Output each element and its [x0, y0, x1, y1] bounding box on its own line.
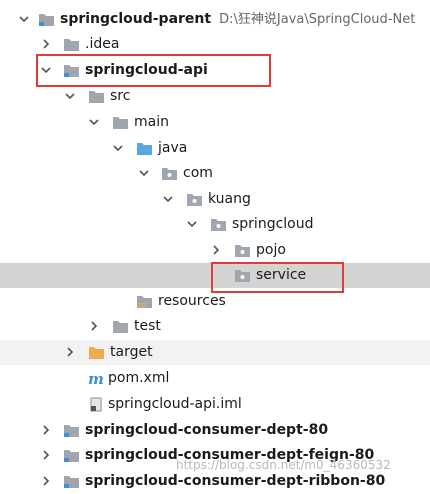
tree-row-com[interactable]: com — [0, 161, 430, 186]
folder-icon — [112, 115, 129, 130]
iml-file-icon — [88, 397, 105, 412]
chevron-down-icon[interactable] — [112, 142, 124, 154]
tree-row-springcloud[interactable]: springcloud — [0, 212, 430, 237]
tree-row-test[interactable]: test — [0, 314, 430, 339]
package-icon — [161, 166, 178, 181]
chevron-right-icon[interactable] — [40, 475, 52, 487]
tree-label: springcloud-consumer-dept-ribbon-80 — [85, 473, 386, 489]
highlight-box-springcloud-api — [36, 54, 271, 87]
tree-label: .idea — [85, 36, 120, 52]
chevron-down-icon[interactable] — [18, 13, 30, 25]
chevron-right-icon[interactable] — [64, 346, 76, 358]
tree-row-root[interactable]: springcloud-parent D:\狂神说Java\SpringCloud… — [0, 7, 430, 32]
chevron-down-icon[interactable] — [162, 193, 174, 205]
chevron-right-icon[interactable] — [40, 38, 52, 50]
tree-label: java — [158, 140, 188, 156]
folder-icon — [63, 37, 80, 52]
excluded-folder-icon — [88, 345, 105, 360]
highlight-box-service — [211, 262, 344, 293]
chevron-right-icon[interactable] — [210, 244, 222, 256]
tree-label: springcloud — [232, 216, 314, 232]
module-folder-icon — [38, 12, 55, 27]
tree-label: test — [134, 318, 161, 334]
package-icon — [234, 243, 251, 258]
module-folder-icon — [63, 423, 80, 438]
tree-label: main — [134, 114, 169, 130]
tree-label: kuang — [208, 191, 251, 207]
tree-label: com — [183, 165, 213, 181]
chevron-right-icon[interactable] — [40, 424, 52, 436]
watermark-text: https://blog.csdn.net/m0_46360532 — [176, 458, 391, 472]
tree-row-target[interactable]: target — [0, 340, 430, 365]
tree-row-src[interactable]: src — [0, 84, 430, 109]
chevron-down-icon[interactable] — [186, 218, 198, 230]
resources-folder-icon — [136, 294, 153, 309]
source-folder-icon — [136, 141, 153, 156]
tree-row-main[interactable]: main — [0, 110, 430, 135]
chevron-right-icon[interactable] — [88, 320, 100, 332]
tree-row-consumer-dept-ribbon-80[interactable]: springcloud-consumer-dept-ribbon-80 — [0, 469, 430, 494]
tree-row-pom[interactable]: m pom.xml — [0, 366, 430, 391]
root-path: D:\狂神说Java\SpringCloud-Net — [219, 12, 416, 27]
maven-icon: m — [88, 371, 105, 386]
tree-label: springcloud-api.iml — [108, 396, 242, 412]
tree-label: pojo — [256, 242, 286, 258]
svg-text:m: m — [88, 371, 104, 386]
module-folder-icon — [63, 448, 80, 463]
tree-label: resources — [158, 293, 226, 309]
chevron-right-icon[interactable] — [40, 449, 52, 461]
tree-label: pom.xml — [108, 370, 170, 386]
package-icon — [210, 217, 227, 232]
package-icon — [186, 192, 203, 207]
project-tree: springcloud-parent D:\狂神说Java\SpringCloud… — [0, 0, 430, 489]
chevron-down-icon[interactable] — [138, 167, 150, 179]
tree-label: src — [110, 88, 131, 104]
tree-label-root: springcloud-parent D:\狂神说Java\SpringCloud… — [60, 11, 416, 27]
module-folder-icon — [63, 474, 80, 489]
tree-label: springcloud-consumer-dept-80 — [85, 422, 329, 438]
tree-label: target — [110, 344, 153, 360]
chevron-down-icon[interactable] — [64, 90, 76, 102]
tree-row-kuang[interactable]: kuang — [0, 187, 430, 212]
folder-icon — [88, 89, 105, 104]
tree-row-java[interactable]: java — [0, 136, 430, 161]
tree-row-iml[interactable]: springcloud-api.iml — [0, 392, 430, 417]
chevron-down-icon[interactable] — [88, 116, 100, 128]
folder-icon — [112, 319, 129, 334]
tree-row-pojo[interactable]: pojo — [0, 238, 430, 263]
tree-row-consumer-dept-80[interactable]: springcloud-consumer-dept-80 — [0, 418, 430, 443]
